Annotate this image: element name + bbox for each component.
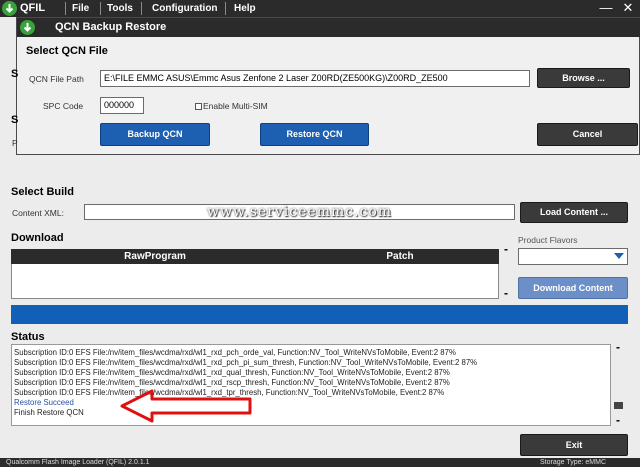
qcn-path-label: QCN File Path [29, 74, 84, 84]
restore-qcn-button[interactable]: Restore QCN [260, 123, 369, 146]
minimize-button[interactable]: — [598, 0, 614, 16]
browse-button[interactable]: Browse ... [537, 68, 630, 88]
select-build-title: Select Build [11, 186, 74, 198]
dialog-title: QCN Backup Restore [55, 21, 167, 33]
qfil-logo-icon [2, 1, 17, 16]
app-name: QFIL [20, 2, 46, 14]
dash-marker: - [504, 286, 508, 300]
menu-help[interactable]: Help [234, 1, 256, 16]
progress-bar [11, 305, 628, 324]
statusbar-right-text: Storage Type: eMMC [540, 459, 607, 466]
status-line: Subscription ID:0 EFS File:/nv/item_file… [14, 368, 450, 377]
status-line: Subscription ID:0 EFS File:/nv/item_file… [14, 348, 456, 357]
exit-button[interactable]: Exit [520, 434, 628, 456]
content-xml-label: Content XML: [12, 208, 64, 218]
menu-separator [65, 2, 66, 15]
column-patch[interactable]: Patch [330, 249, 470, 264]
statusbar-left-text: Qualcomm Flash Image Loader (QFIL) 2.0.1… [6, 459, 150, 466]
dash-marker: - [504, 242, 508, 256]
hidden-label: S [11, 68, 19, 80]
column-rawprogram[interactable]: RawProgram [70, 249, 240, 264]
red-arrow-annotation [120, 389, 252, 423]
product-flavors-select[interactable] [518, 248, 628, 265]
watermark-text: www.serviceemmc.com [207, 204, 393, 220]
qcn-path-input[interactable]: E:\FILE EMMC ASUS\Emmc Asus Zenfone 2 La… [100, 70, 530, 87]
cancel-button[interactable]: Cancel [537, 123, 638, 146]
menu-file[interactable]: File [72, 1, 89, 16]
multisim-label: Enable Multi-SIM [203, 101, 268, 111]
spc-code-input[interactable]: 000000 [100, 97, 144, 114]
dialog-heading: Select QCN File [26, 45, 108, 57]
status-line: Subscription ID:0 EFS File:/nv/item_file… [14, 358, 478, 367]
menu-separator [225, 2, 226, 15]
load-content-button[interactable]: Load Content ... [520, 202, 628, 223]
menu-bar [0, 0, 640, 17]
close-button[interactable]: ✕ [620, 0, 636, 16]
menu-configuration[interactable]: Configuration [152, 1, 218, 16]
multisim-checkbox[interactable] [195, 103, 202, 110]
hidden-label: S [11, 114, 19, 126]
chevron-down-icon[interactable] [614, 253, 624, 259]
menu-separator [141, 2, 142, 15]
status-line: Subscription ID:0 EFS File:/nv/item_file… [14, 378, 450, 387]
backup-qcn-button[interactable]: Backup QCN [100, 123, 210, 146]
status-line-success: Restore Succeed [14, 398, 74, 407]
download-content-button[interactable]: Download Content [518, 277, 628, 299]
status-line: Finish Restore QCN [14, 408, 84, 417]
spc-code-label: SPC Code [43, 101, 84, 111]
dash-marker: - [616, 340, 620, 354]
download-title: Download [11, 232, 64, 244]
hidden-label: P [12, 138, 18, 148]
menu-separator [100, 2, 101, 15]
product-flavors-label: Product Flavors [518, 235, 578, 245]
menu-tools[interactable]: Tools [107, 1, 133, 16]
qfil-logo-icon [20, 20, 35, 35]
dash-marker: - [616, 413, 620, 427]
status-title: Status [11, 331, 45, 343]
scroll-marker[interactable] [614, 402, 623, 409]
